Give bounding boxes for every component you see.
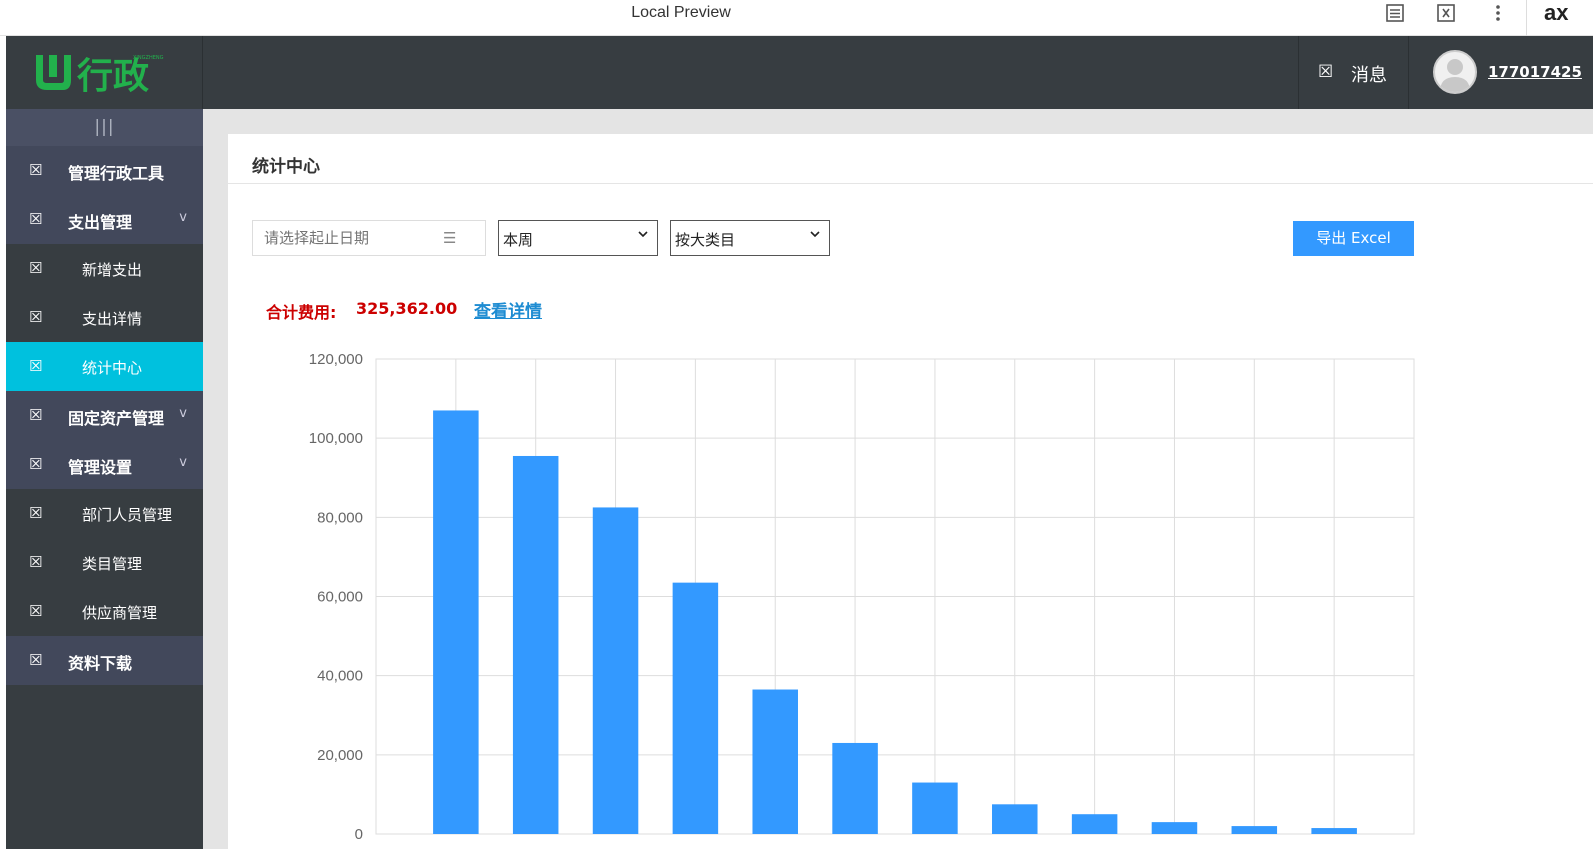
chart-bar — [992, 804, 1038, 834]
chevron-down-icon — [637, 228, 649, 244]
chart-bar — [1071, 814, 1118, 834]
avatar[interactable] — [1433, 50, 1477, 94]
sidebar-item-label: 供应商管理 — [82, 604, 158, 622]
sidebar-item-4[interactable]: ☒ 统计中心 — [6, 342, 203, 391]
chart-bar — [1231, 826, 1278, 834]
nav-icon: ☒ — [29, 406, 43, 424]
sidebar-item-label: 管理设置 — [68, 458, 133, 477]
category-select-value: 按大类目 — [675, 231, 736, 249]
messages-button[interactable]: ☒ 消息 — [1298, 36, 1409, 109]
view-details-link[interactable]: 查看详情 — [474, 297, 542, 322]
chart-bar — [512, 455, 559, 834]
chart-bar — [1311, 828, 1357, 834]
sidebar-item-6[interactable]: ☒ 管理设置 v — [6, 440, 203, 489]
sidebar-item-1[interactable]: ☒ 支出管理 v — [6, 195, 203, 244]
sidebar-item-3[interactable]: ☒ 支出详情 — [6, 293, 203, 342]
logo-icon: 行政 XINGZHENG — [36, 55, 164, 94]
stats-panel: 统计中心 ☰ 本周 按大类目 导出 Excel 合计费用: 325,362.00… — [228, 134, 1593, 849]
chevron-down-icon[interactable]: v — [179, 455, 187, 470]
y-tick-label: 0 — [355, 826, 363, 843]
nav-icon: ☒ — [29, 553, 43, 571]
y-tick-label: 40,000 — [317, 668, 363, 685]
extension-icon[interactable]: ax — [1544, 0, 1568, 26]
browser-title: Local Preview — [631, 4, 731, 21]
chrome-divider — [1526, 0, 1527, 36]
sidebar-item-0[interactable]: ☒ 管理行政工具 — [6, 146, 203, 195]
sidebar: ||| ☒ 管理行政工具 ☒ 支出管理 v ☒ 新增支出 ☒ 支出详情 ☒ 统计中心 ☒ 固定资产管理 v… — [6, 109, 203, 849]
nav-icon: ☒ — [29, 651, 43, 669]
sidebar-item-label: 管理行政工具 — [68, 164, 165, 183]
nav-icon: ☒ — [29, 504, 43, 522]
sidebar-item-label: 资料下载 — [68, 654, 133, 673]
nav-icon: ☒ — [29, 308, 43, 326]
page-title: 统计中心 — [252, 157, 320, 177]
export-excel-button[interactable]: 导出 Excel — [1293, 221, 1414, 256]
more-icon[interactable] — [1487, 3, 1509, 25]
category-select[interactable]: 按大类目 — [670, 220, 830, 256]
chevron-down-icon[interactable]: v — [179, 406, 187, 421]
nav-icon: ☒ — [29, 455, 43, 473]
bookmark-icon[interactable] — [1435, 3, 1457, 25]
sidebar-item-8[interactable]: ☒ 类目管理 — [6, 538, 203, 587]
nav-icon: ☒ — [29, 210, 43, 228]
app: 行政 XINGZHENG ☒ 消息 177017425 ||| ☒ 管理行政工具 ☒… — [6, 36, 1593, 849]
browser-bar: Local Preview ax — [0, 0, 1593, 36]
user-name-link[interactable]: 177017425 — [1488, 63, 1582, 81]
logo[interactable]: 行政 XINGZHENG — [6, 36, 203, 109]
sidebar-toggle[interactable]: ||| — [6, 109, 203, 146]
chevron-down-icon[interactable]: v — [179, 210, 187, 225]
date-range-picker[interactable]: ☰ — [252, 220, 486, 256]
sidebar-item-label: 部门人员管理 — [82, 506, 173, 524]
chart-bar — [912, 782, 958, 834]
message-icon: ☒ — [1318, 62, 1334, 82]
nav-icon: ☒ — [29, 161, 43, 179]
y-tick-label: 20,000 — [317, 747, 363, 764]
sidebar-item-5[interactable]: ☒ 固定资产管理 v — [6, 391, 203, 440]
y-tick-label: 60,000 — [317, 589, 363, 606]
chart-bar — [672, 582, 719, 834]
sidebar-item-label: 新增支出 — [82, 261, 143, 279]
reader-icon[interactable] — [1384, 3, 1406, 25]
chart-bar — [433, 410, 479, 834]
period-select[interactable]: 本周 — [498, 220, 658, 256]
menu-icon[interactable]: ☰ — [443, 229, 456, 247]
svg-text:XINGZHENG: XINGZHENG — [133, 55, 164, 61]
top-bar: 行政 XINGZHENG ☒ 消息 177017425 — [6, 36, 1593, 109]
y-tick-label: 100,000 — [309, 430, 363, 447]
chart-bar — [592, 507, 639, 834]
nav-icon: ☒ — [29, 357, 43, 375]
nav-icon: ☒ — [29, 259, 43, 277]
chart-bar — [1151, 822, 1198, 834]
sidebar-item-label: 支出详情 — [82, 310, 143, 328]
sidebar-item-label: 类目管理 — [82, 555, 143, 573]
chevron-down-icon — [809, 228, 821, 244]
panel-header: 统计中心 — [228, 134, 1593, 184]
period-select-value: 本周 — [503, 231, 534, 249]
sidebar-item-label: 支出管理 — [68, 213, 133, 232]
y-tick-label: 120,000 — [309, 351, 363, 368]
chart-bar — [752, 689, 798, 834]
svg-text:行政: 行政 — [77, 56, 149, 94]
total-value: 325,362.00 — [356, 299, 458, 318]
expense-bar-chart: 0 20,000 40,000 60,000 80,000 100,000 120,000 — [309, 351, 1415, 843]
sidebar-item-label: 统计中心 — [82, 359, 143, 377]
total-label: 合计费用: — [266, 303, 337, 322]
nav-icon: ☒ — [29, 602, 43, 620]
messages-label: 消息 — [1351, 65, 1387, 86]
sidebar-item-7[interactable]: ☒ 部门人员管理 — [6, 489, 203, 538]
chart-bar — [832, 742, 878, 834]
date-range-input[interactable] — [253, 221, 433, 255]
sidebar-item-9[interactable]: ☒ 供应商管理 — [6, 587, 203, 636]
sidebar-item-2[interactable]: ☒ 新增支出 — [6, 244, 203, 293]
y-tick-label: 80,000 — [317, 509, 363, 526]
sidebar-item-label: 固定资产管理 — [68, 409, 165, 428]
sidebar-item-10[interactable]: ☒ 资料下载 — [6, 636, 203, 685]
sidebar-nav: ☒ 管理行政工具 ☒ 支出管理 v ☒ 新增支出 ☒ 支出详情 ☒ 统计中心 ☒ 固定资产管理 v ☒ 管理设… — [6, 146, 203, 685]
